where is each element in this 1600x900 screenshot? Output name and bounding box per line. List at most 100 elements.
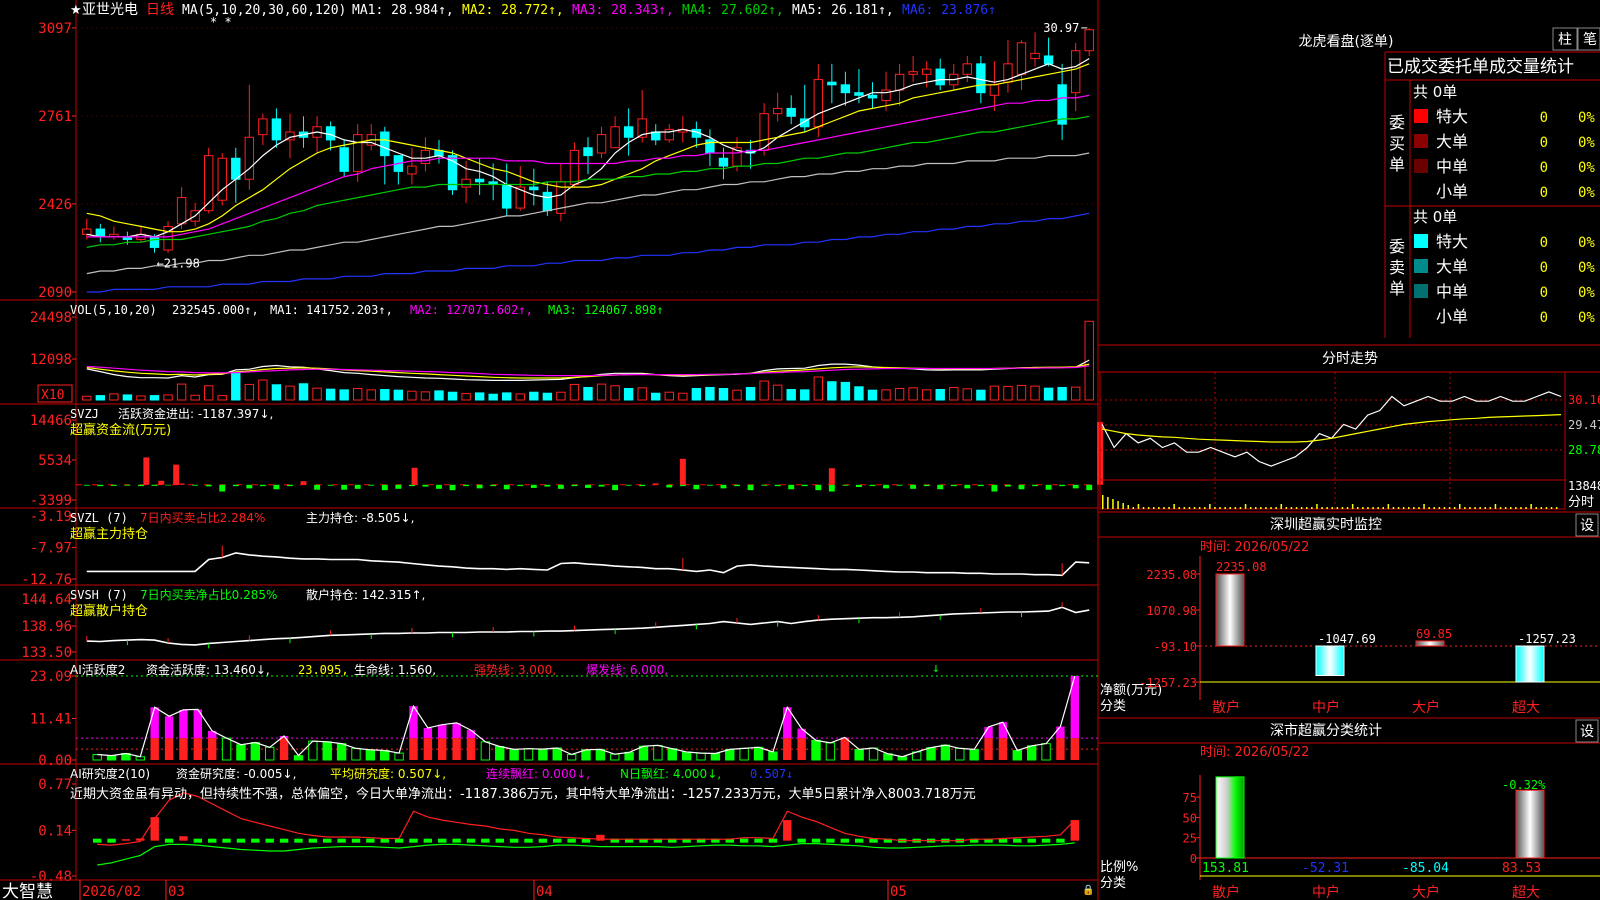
volume-bar — [962, 388, 973, 401]
candle — [271, 118, 282, 141]
flow-bar — [869, 484, 876, 487]
intraday-volume-bar — [1173, 504, 1175, 509]
order-size-label: 特大 — [1436, 232, 1468, 251]
flow-spike-bar — [828, 468, 835, 485]
candle — [610, 126, 620, 149]
volume-bar — [1003, 385, 1013, 401]
activity-bar-high — [998, 722, 1008, 739]
volume-bar — [461, 393, 471, 401]
volume-bar — [149, 395, 160, 401]
intraday-volume-bar — [1428, 507, 1430, 509]
sz-class-category: 中户 — [1312, 884, 1340, 900]
research-bar — [1041, 838, 1051, 843]
flow-bar — [557, 484, 564, 489]
intraday-volume-bar — [1244, 504, 1247, 509]
lock-icon: 🔒 — [1082, 884, 1094, 896]
candle — [786, 107, 796, 117]
flow-bar — [747, 484, 754, 491]
research-bar — [1027, 838, 1036, 843]
intraday-volume-bar — [1525, 507, 1527, 509]
candle — [651, 131, 661, 141]
volume-bar — [732, 389, 742, 401]
flow-bar — [110, 484, 117, 486]
order-size-label: 大单 — [1436, 257, 1468, 276]
activity-bar — [825, 742, 836, 761]
volume-bar — [122, 394, 133, 401]
period-label: 日线 — [146, 2, 174, 18]
vol-ma2: MA2: 127071.602↑, — [410, 303, 533, 317]
activity-bar-high — [466, 730, 476, 739]
flow-bar — [1005, 484, 1011, 487]
sz-class-y-unit: 比例% — [1100, 860, 1138, 875]
svsh-holding: 散户持仓: 142.315↑, — [306, 587, 425, 602]
flow-bar — [219, 484, 226, 492]
flow-bar — [883, 484, 889, 489]
flow-bar — [503, 484, 510, 490]
flow-bar — [490, 484, 497, 487]
volume-bar — [691, 387, 702, 401]
research-bar — [869, 838, 878, 843]
activity-bar — [236, 744, 246, 761]
candle — [325, 126, 336, 141]
candle — [989, 84, 1000, 96]
date-label: 05 — [890, 884, 907, 900]
flow-bar — [341, 484, 348, 490]
flow-bar — [693, 484, 700, 490]
intraday-volume-bar — [1321, 507, 1323, 509]
svzl-ratio: 7日内买卖占比2.284% — [140, 510, 265, 525]
legend-swatch — [1414, 259, 1428, 273]
activity-bar — [638, 745, 649, 761]
flow-bar — [598, 484, 605, 487]
intraday-volume-bar — [1117, 501, 1119, 509]
activity-bar — [221, 737, 232, 761]
intraday-unit: 分时 — [1568, 495, 1594, 510]
activity-bar — [106, 755, 117, 761]
order-count: 0 — [1540, 260, 1548, 276]
buy-order-label: 委 — [1389, 113, 1405, 132]
research-bar — [337, 838, 346, 843]
flow-bar — [287, 484, 293, 487]
volume-bar — [488, 393, 498, 401]
flow-bar — [273, 484, 280, 490]
candle — [623, 126, 634, 138]
candle — [596, 134, 607, 154]
flow-bar — [937, 484, 944, 490]
ma-params: MA(5,10,20,30,60,120) — [182, 3, 346, 18]
ai1-burst: 爆发线: 6.000, — [586, 662, 668, 677]
flow-bar — [977, 484, 984, 487]
activity-bar — [336, 743, 347, 761]
intraday-volume-bar — [1158, 507, 1160, 509]
y-tick-label: 12098 — [30, 352, 72, 368]
date-label: 03 — [168, 884, 185, 900]
volume-bar — [935, 389, 945, 401]
sz-class-y-tick: 0 — [1190, 852, 1197, 866]
research-bar — [308, 838, 318, 843]
flow-bar — [530, 484, 537, 488]
sz-monitor-time: 时间: 2026/05/22 — [1200, 540, 1309, 555]
sz-category: 散户 — [1212, 699, 1240, 716]
intraday-volume-bar — [1530, 504, 1532, 509]
volume-bar — [109, 393, 119, 401]
activity-bar-high — [150, 707, 159, 739]
candle — [921, 68, 932, 75]
flow-bar — [395, 484, 402, 489]
activity-bar — [1012, 750, 1023, 761]
sz-bar-value: -1047.69 — [1318, 632, 1376, 646]
flow-bar — [381, 484, 388, 491]
intraday-volume-bar — [1265, 507, 1267, 509]
candle — [935, 68, 945, 86]
intraday-volume-bar — [1331, 507, 1333, 509]
chart-canvas[interactable]: 3097 2761 2426 2090 ★ 亚世光电 日线 MA(5,10,20,30,60,… — [0, 0, 1600, 900]
flow-bar — [368, 484, 375, 486]
volume-bar — [921, 389, 932, 401]
date-label: 04 — [536, 884, 553, 900]
candle — [339, 147, 349, 172]
flow-bar — [720, 484, 727, 489]
intraday-volume-bar — [1290, 507, 1293, 509]
intraday-volume-bar — [1520, 507, 1522, 509]
candle — [231, 157, 241, 180]
flow-bar — [1086, 484, 1093, 491]
settings-label: 设 — [1580, 724, 1594, 740]
order-size-label: 大单 — [1436, 132, 1468, 151]
activity-bar — [955, 747, 965, 761]
